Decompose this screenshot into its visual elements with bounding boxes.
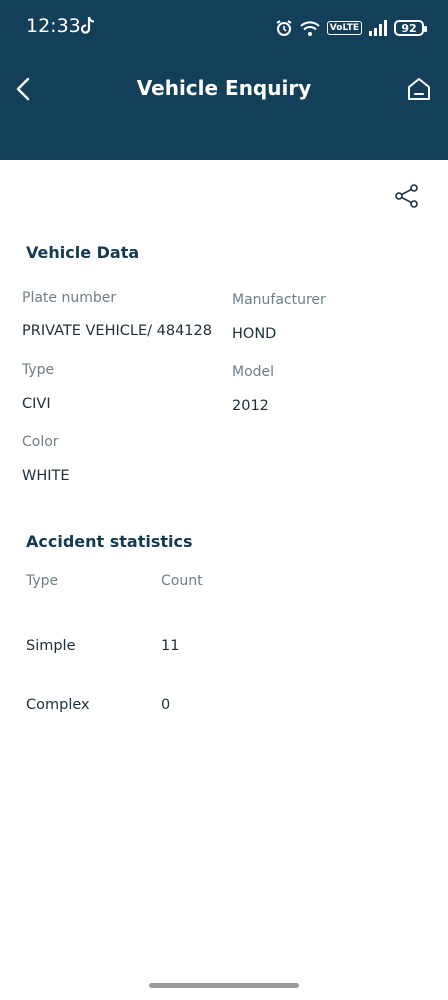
plate-number-label: Plate number xyxy=(22,290,117,306)
home-icon[interactable] xyxy=(406,76,432,102)
navigation-bar: Vehicle Enquiry xyxy=(0,64,448,114)
battery-level: 92 xyxy=(401,21,417,35)
color-value: WHITE xyxy=(22,468,70,484)
manufacturer-label: Manufacturer xyxy=(232,292,326,308)
color-label: Color xyxy=(22,434,59,450)
accident-type-simple: Simple xyxy=(26,638,76,654)
wifi-icon xyxy=(300,21,320,36)
model-label: Model xyxy=(232,364,275,380)
accident-count-column-header: Count xyxy=(161,573,203,589)
model-value: 2012 xyxy=(232,398,269,414)
share-icon[interactable] xyxy=(394,183,420,209)
accident-statistics-heading: Accident statistics xyxy=(26,532,193,551)
alarm-icon xyxy=(276,20,292,36)
page-title: Vehicle Enquiry xyxy=(136,76,312,100)
type-value: CIVI xyxy=(22,396,51,412)
manufacturer-value: HOND xyxy=(232,326,277,342)
signal-icon xyxy=(369,20,387,36)
tiktok-icon xyxy=(80,16,95,34)
gesture-home-bar[interactable] xyxy=(149,983,299,988)
accident-count-complex: 0 xyxy=(161,697,171,713)
app-header: 12:33 VoLTE 92 Vehicle Enquiry xyxy=(0,0,448,160)
plate-number-value: PRIVATE VEHICLE/ 484128 xyxy=(22,323,212,339)
vehicle-data-heading: Vehicle Data xyxy=(26,243,140,262)
accident-type-complex: Complex xyxy=(26,697,90,713)
status-time: 12:33 xyxy=(26,15,81,37)
battery-icon: 92 xyxy=(394,20,427,36)
accident-count-simple: 11 xyxy=(161,638,180,654)
volte-icon: VoLTE xyxy=(326,21,362,35)
status-icons: VoLTE 92 xyxy=(275,16,427,40)
accident-type-column-header: Type xyxy=(26,573,59,589)
type-label: Type xyxy=(22,362,55,378)
status-bar: 12:33 VoLTE 92 xyxy=(0,0,448,56)
